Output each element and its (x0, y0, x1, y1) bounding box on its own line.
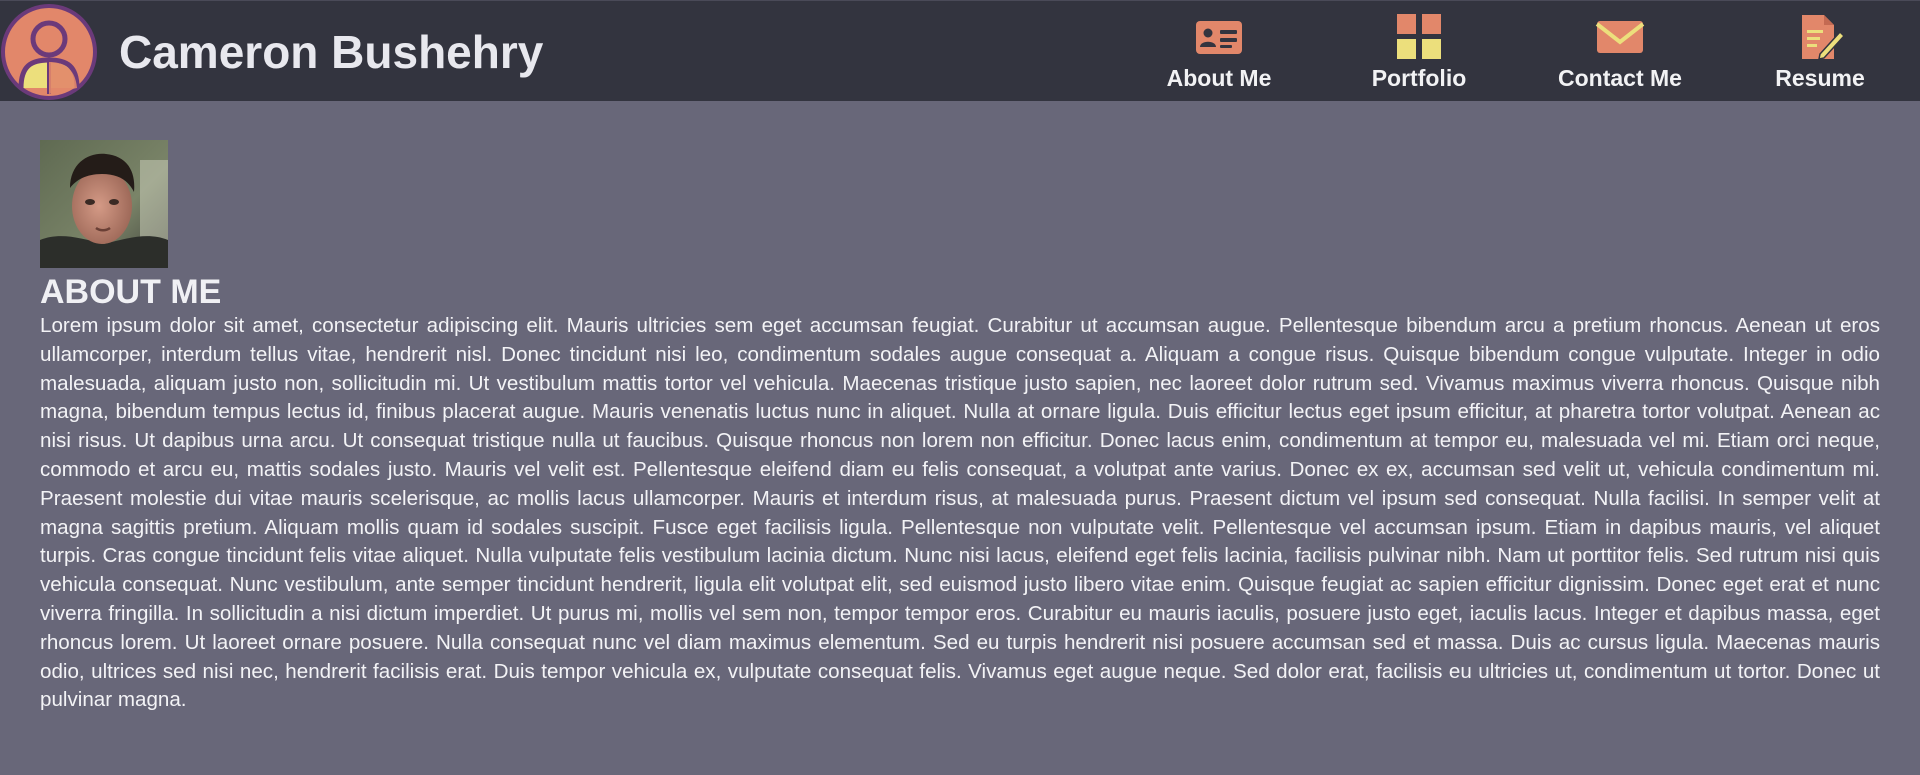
user-avatar-icon[interactable] (1, 4, 97, 100)
document-pen-icon (1794, 12, 1846, 62)
nav-label: Contact Me (1558, 65, 1682, 91)
top-navigation-bar: Cameron Bushehry About Me Portfolio Cont… (0, 0, 1920, 101)
nav-portfolio[interactable]: Portfolio (1344, 9, 1494, 97)
nav-label: Portfolio (1371, 65, 1467, 91)
about-section: ABOUT ME Lorem ipsum dolor sit amet, con… (40, 140, 1880, 715)
id-card-icon (1193, 12, 1245, 62)
nav-about-me[interactable]: About Me (1144, 9, 1294, 97)
nav-label: About Me (1166, 65, 1272, 91)
nav-resume[interactable]: Resume (1745, 9, 1895, 97)
nav-contact-me[interactable]: Contact Me (1545, 9, 1695, 97)
envelope-icon (1594, 12, 1646, 62)
grid-icon (1393, 12, 1445, 62)
site-name[interactable]: Cameron Bushehry (119, 24, 543, 80)
profile-photo (40, 140, 168, 268)
nav-label: Resume (1775, 65, 1865, 91)
about-heading: ABOUT ME (40, 273, 222, 311)
about-text: Lorem ipsum dolor sit amet, consectetur … (40, 314, 1880, 712)
